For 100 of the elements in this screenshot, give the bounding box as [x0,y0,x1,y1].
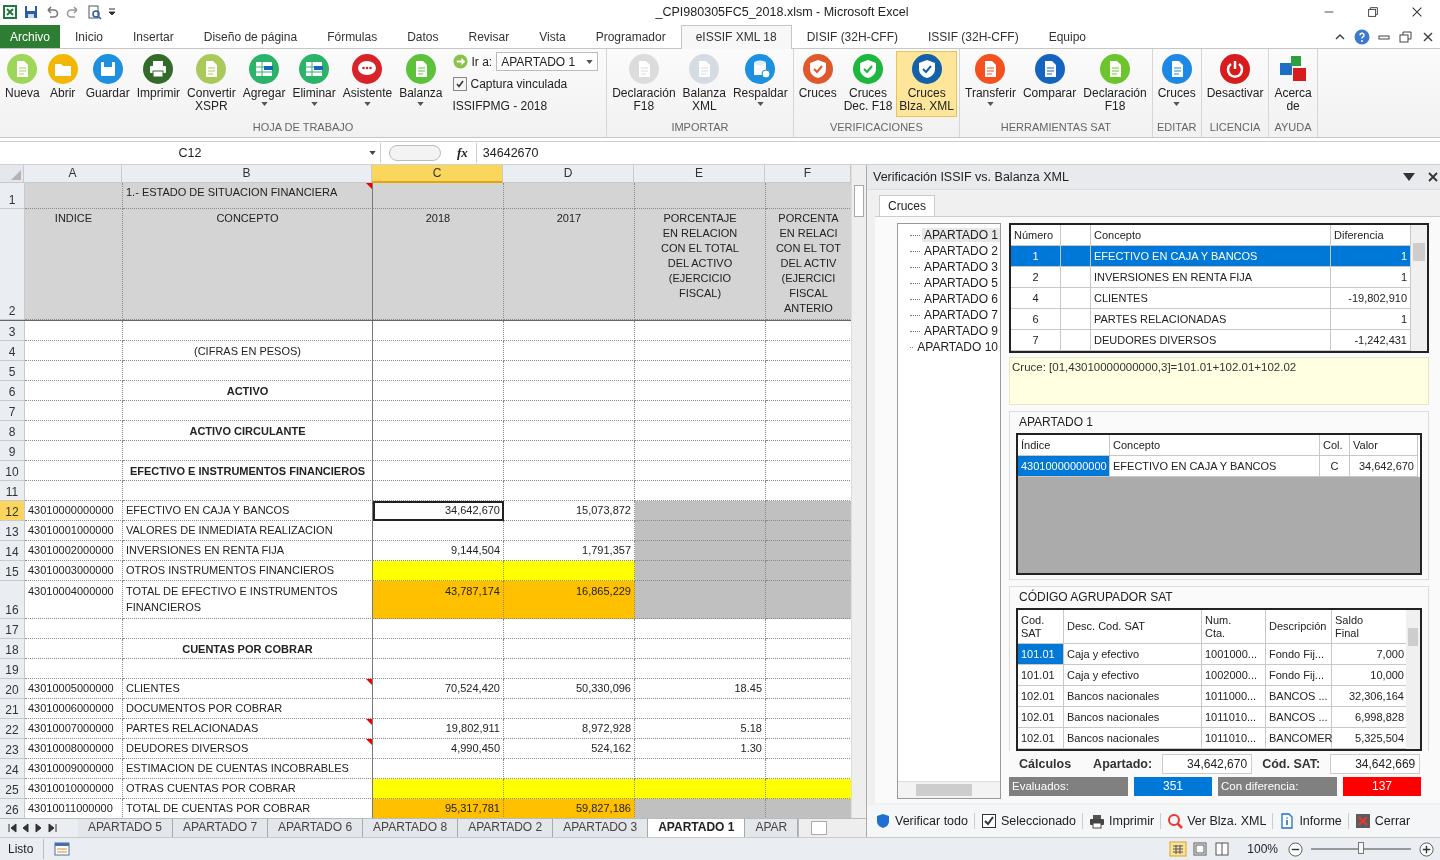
redo-icon[interactable] [65,4,81,20]
sheet-cell[interactable] [123,659,373,679]
sheet-cell[interactable] [504,619,635,639]
row-header[interactable]: 20 [0,679,25,699]
table-row[interactable]: 6 PARTES RELACIONADAS 1 [1011,309,1411,330]
sheet-cell[interactable] [766,779,851,799]
sheet-cell[interactable]: 43010005000000 [25,679,123,699]
sheet-cell[interactable]: 16,865,229 [504,581,635,619]
zoom-out-icon[interactable] [1288,841,1303,857]
sheet-cell[interactable] [25,619,123,639]
sheet-cell[interactable] [373,381,504,401]
row-header[interactable]: 16 [0,581,25,619]
ribbon-tab[interactable]: Archivo [0,25,60,48]
sheet-cell[interactable] [123,481,373,501]
sheet-tab[interactable]: APARTADO 3 [553,819,649,837]
row-header[interactable]: 9 [0,441,25,461]
sheet-cell[interactable]: 43010007000000 [25,719,123,739]
sheet-cell[interactable]: CUENTAS POR COBRAR [123,639,373,659]
sheet-cell[interactable] [373,779,504,799]
undo-icon[interactable] [44,4,60,20]
sheet-cell[interactable]: 4,990,450 [373,739,504,759]
row-header[interactable]: 26 [0,799,25,818]
sheet-cell[interactable] [373,401,504,421]
sheet-cell[interactable] [635,421,766,441]
sheet-cell[interactable] [504,361,635,381]
sheet-cell[interactable]: 2018 [373,209,504,320]
row-header[interactable]: 13 [0,521,25,541]
row-header[interactable]: 4 [0,341,25,361]
sheet-cell[interactable]: 95,317,781 [373,799,504,818]
ribbon-button[interactable]: Convertir XSPR [184,51,239,117]
sheet-cell[interactable] [25,361,123,381]
ribbon-button[interactable]: Balanza [396,51,446,117]
sheet-cell[interactable] [504,461,635,481]
row-header[interactable]: 14 [0,541,25,561]
sheet-cell[interactable] [373,341,504,361]
sheet-tab[interactable]: APARTADO 1 [648,819,746,837]
sheet-cell[interactable] [373,421,504,441]
sheet-tab[interactable]: APAR [745,819,799,837]
print-preview-icon[interactable] [86,4,102,20]
sheet-cell[interactable] [635,521,766,541]
column-header[interactable]: Concepto [1110,435,1320,456]
sheet-cell[interactable] [25,639,123,659]
ribbon-button[interactable]: Nueva [2,51,43,117]
ribbon-tab[interactable]: DISIF (32H-CFF) [791,25,913,48]
normal-view-icon[interactable] [1169,841,1188,857]
linked-capture-checkbox[interactable]: Captura vinculada [452,74,599,93]
column-header[interactable]: Descripción [1266,610,1332,644]
table-row[interactable]: 4 CLIENTES -19,802,910 [1011,288,1411,309]
pane-tab[interactable]: Cruces [879,195,935,216]
sheet-cell[interactable]: ACTIVO [123,381,373,401]
ribbon-button[interactable]: Balanza XML [679,51,729,117]
ribbon-button[interactable]: Declaración F18 [1080,51,1150,117]
ribbon-button[interactable]: Acerca de [1271,51,1315,117]
vertical-scrollbar[interactable] [851,165,866,818]
page-layout-icon[interactable] [1191,841,1210,857]
help-icon[interactable] [1354,29,1370,45]
sheet-cell[interactable] [25,401,123,421]
sheet-cell[interactable]: 43010000000000 [25,501,123,521]
ribbon-button[interactable]: Comparar [1019,51,1080,117]
ribbon-button[interactable]: Abrir [43,51,82,117]
sheet-cell[interactable] [373,659,504,679]
sheet-cell[interactable] [504,321,635,341]
row-header[interactable]: 15 [0,561,25,581]
toolbar-button[interactable]: Verificar todo [873,813,975,829]
zoom-level[interactable]: 100% [1247,842,1278,856]
toolbar-button[interactable]: Seleccionado [978,813,1084,829]
ribbon-tab[interactable]: Equipo [1033,25,1101,48]
row-header[interactable]: 6 [0,381,25,401]
sheet-cell[interactable] [373,699,504,719]
column-header[interactable]: Cod. SAT [1018,610,1064,644]
row-header[interactable]: 12 [0,501,25,521]
sheet-cell[interactable] [635,659,766,679]
sheet-cell[interactable]: INVERSIONES EN RENTA FIJA [123,541,373,561]
sheet-cell[interactable] [635,441,766,461]
sheet-cell[interactable]: EFECTIVO EN CAJA Y BANCOS [123,501,373,521]
sheet-cell[interactable] [25,441,123,461]
row-header[interactable]: 2 [0,209,25,320]
ribbon-tab[interactable]: Insertar [118,25,189,48]
tree-item[interactable]: APARTADO 9 [921,324,1000,338]
sheet-cell[interactable]: 18.45 [635,679,766,699]
tree-item[interactable]: APARTADO 10 [915,340,1000,354]
row-header[interactable]: 8 [0,421,25,441]
row-header[interactable]: 21 [0,699,25,719]
column-header[interactable]: Índice [1018,435,1110,456]
horizontal-scrollbar[interactable] [798,819,866,837]
sheet-cell[interactable]: 43,787,174 [373,581,504,619]
ribbon-button[interactable]: Desactivar [1203,51,1267,117]
close-icon[interactable] [1410,5,1424,19]
column-header[interactable]: Valor [1350,435,1418,456]
tree-item[interactable]: APARTADO 1 [921,228,1000,242]
column-header[interactable]: Num. Cta. [1202,610,1266,644]
sheet-cell[interactable] [373,619,504,639]
column-header[interactable]: Concepto [1091,225,1331,246]
goto-dropdown[interactable]: APARTADO 1 [496,52,599,71]
vertical-scrollbar[interactable] [1411,225,1427,351]
sheet-cell[interactable] [373,521,504,541]
sheet-cell[interactable] [373,481,504,501]
column-header[interactable]: Col. [1320,435,1350,456]
table-cell[interactable]: 101.01 [1018,665,1064,686]
table-cell[interactable]: 102.01 [1018,686,1064,707]
